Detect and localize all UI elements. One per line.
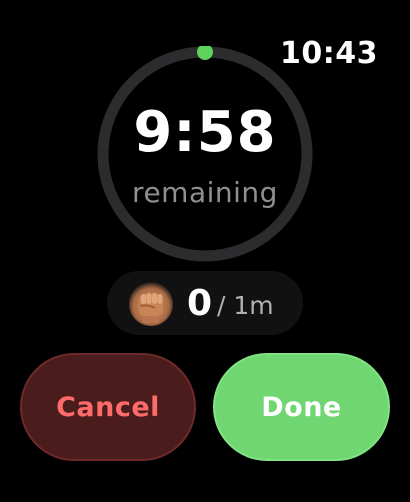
remaining-label: remaining bbox=[132, 176, 278, 209]
done-button[interactable]: Done bbox=[213, 353, 390, 461]
activity-goal: / 1m bbox=[217, 291, 274, 320]
cancel-button-label: Cancel bbox=[56, 391, 160, 423]
done-button-label: Done bbox=[261, 391, 342, 423]
cancel-button[interactable]: Cancel bbox=[20, 353, 196, 461]
activity-count: 0 bbox=[187, 283, 213, 324]
countdown-time: 9:58 bbox=[133, 100, 277, 165]
activity-progress-pill: 0 / 1m bbox=[107, 271, 303, 335]
timer-ring-indicator bbox=[197, 46, 213, 60]
fist-emoji-icon bbox=[129, 282, 173, 326]
